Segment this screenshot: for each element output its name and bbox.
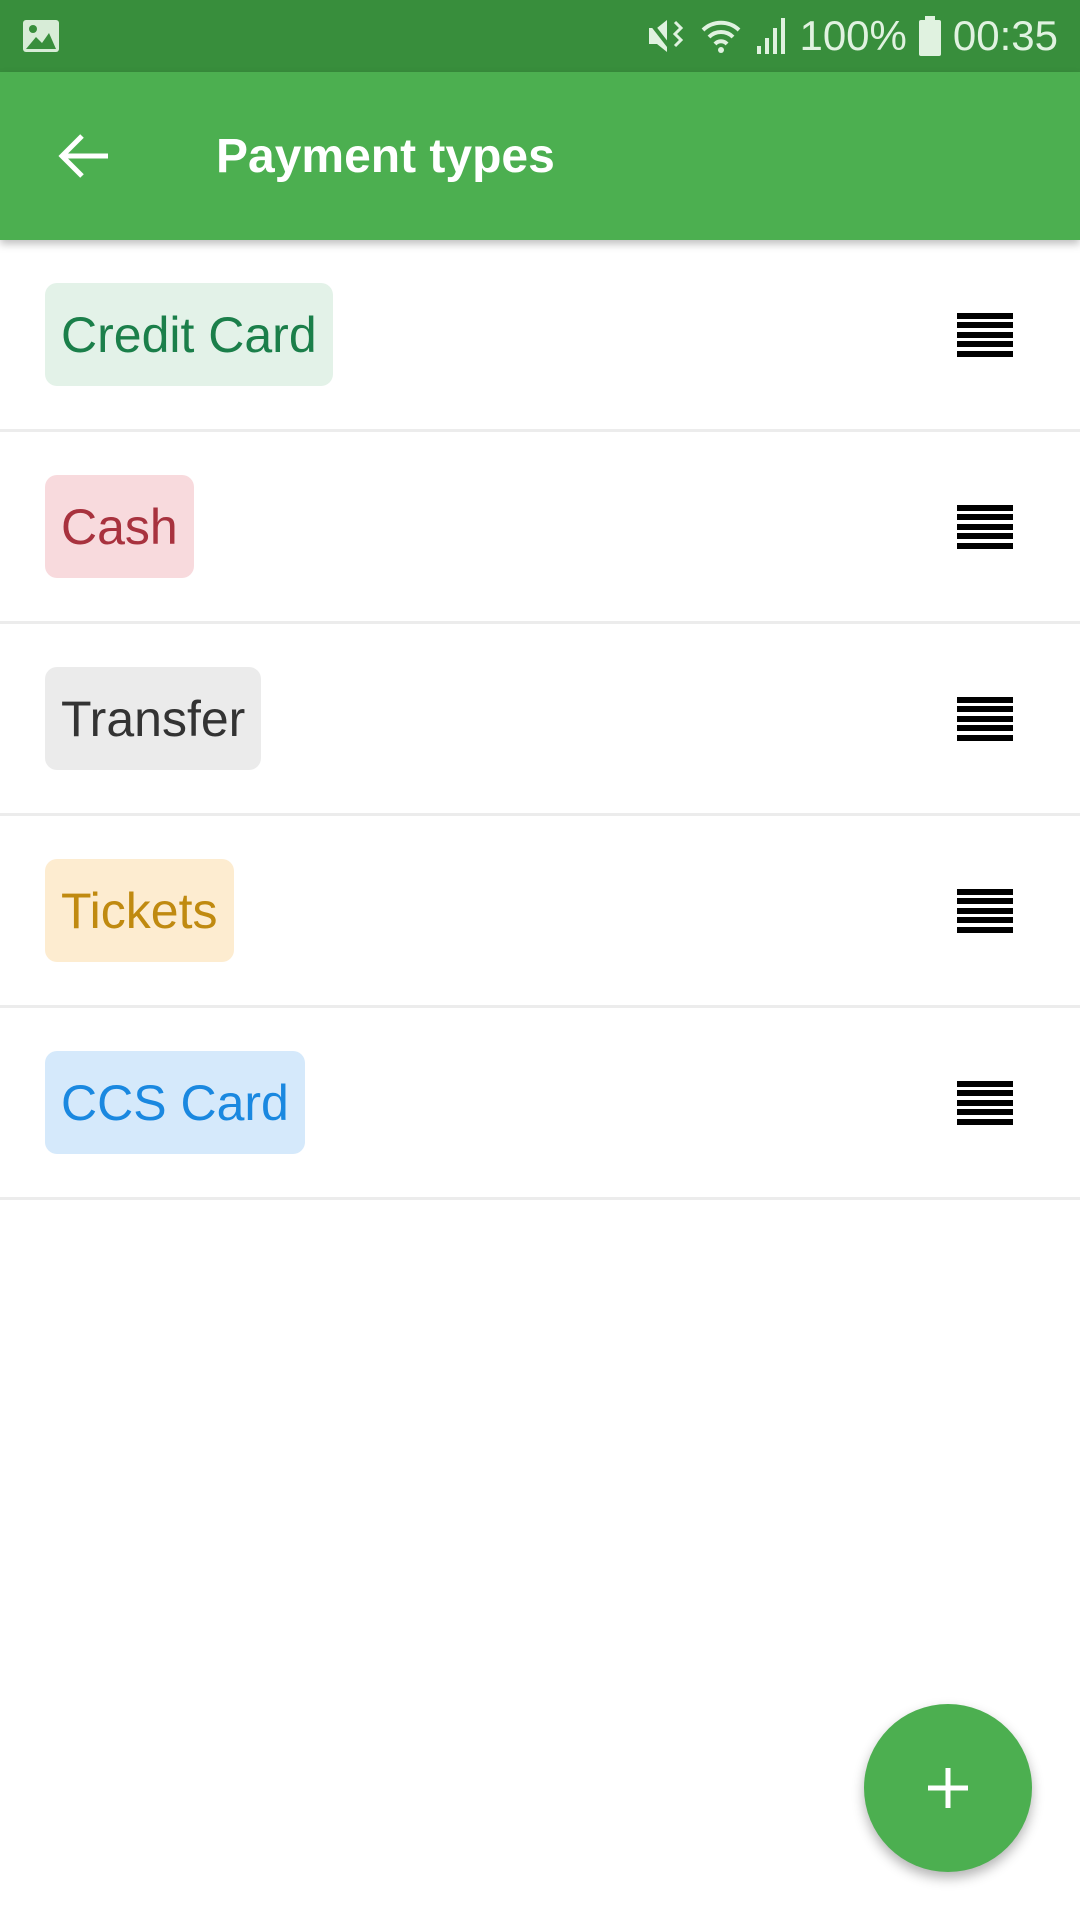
signal-icon [757, 18, 786, 54]
payment-type-chip[interactable]: Tickets [45, 859, 234, 962]
payment-type-chip[interactable]: Cash [45, 475, 194, 578]
payment-type-list: Credit Card Cash Transfer Tickets CCS Ca… [0, 240, 1080, 1200]
arrow-left-icon [58, 134, 108, 178]
page-title: Payment types [216, 129, 555, 183]
payment-type-chip[interactable]: Transfer [45, 667, 262, 770]
image-icon [23, 20, 59, 52]
payment-type-label: CCS Card [61, 1074, 289, 1131]
add-payment-type-button[interactable] [864, 1704, 1032, 1872]
status-bar: 100% 00:35 [0, 0, 1080, 72]
drag-handle-icon[interactable] [957, 1080, 1013, 1125]
payment-type-label: Cash [61, 498, 178, 555]
list-item[interactable]: Tickets [0, 816, 1080, 1008]
list-item[interactable]: Credit Card [0, 240, 1080, 432]
wifi-icon [702, 20, 741, 53]
payment-type-label: Tickets [61, 882, 218, 939]
payment-type-chip[interactable]: CCS Card [45, 1051, 305, 1154]
payment-type-label: Credit Card [61, 306, 317, 363]
payment-type-label: Transfer [61, 690, 246, 747]
list-item[interactable]: CCS Card [0, 1008, 1080, 1200]
vibrate-icon [645, 16, 684, 56]
clock: 00:35 [952, 12, 1058, 59]
list-item[interactable]: Transfer [0, 624, 1080, 816]
drag-handle-icon[interactable] [957, 504, 1013, 549]
battery-icon [918, 16, 941, 56]
plus-icon [928, 1768, 968, 1808]
battery-percent: 100% [799, 12, 907, 59]
drag-handle-icon[interactable] [957, 696, 1013, 741]
app-bar: Payment types [0, 72, 1080, 240]
list-item[interactable]: Cash [0, 432, 1080, 624]
payment-type-chip[interactable]: Credit Card [45, 283, 333, 386]
drag-handle-icon[interactable] [957, 888, 1013, 933]
drag-handle-icon[interactable] [957, 312, 1013, 357]
back-button[interactable] [54, 126, 114, 186]
